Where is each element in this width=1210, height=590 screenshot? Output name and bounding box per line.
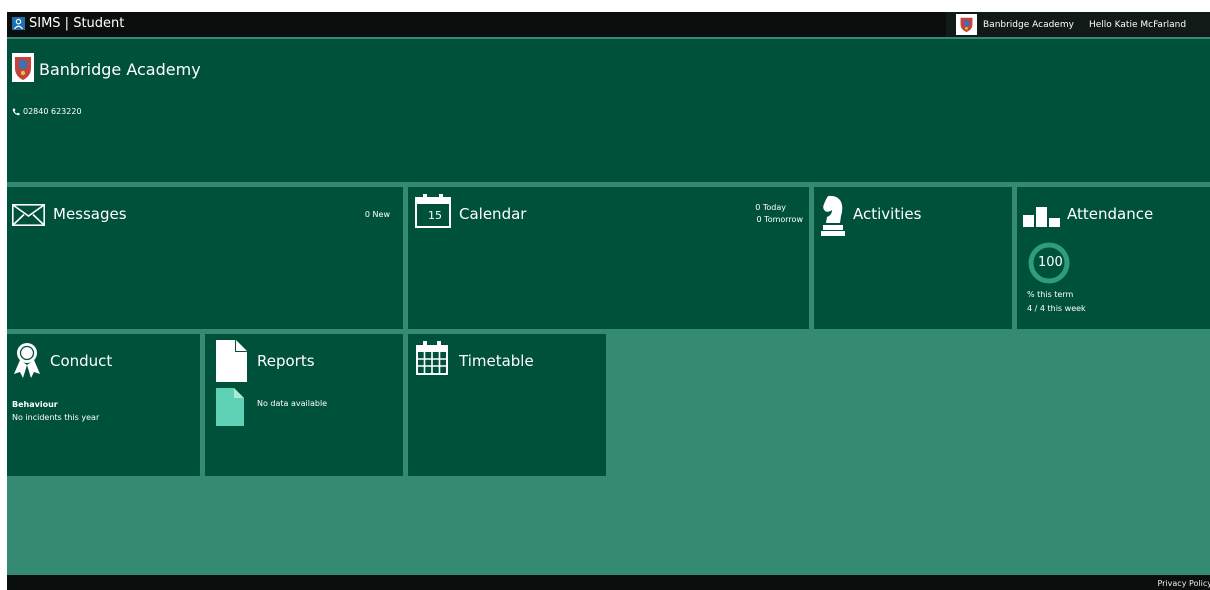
report-file-icon [216, 388, 244, 426]
award-ribbon-icon [14, 343, 40, 378]
reports-empty: No data available [257, 399, 328, 408]
conduct-subtitle: Behaviour [12, 400, 58, 409]
crest-large-icon [15, 56, 31, 80]
school-name: Banbridge Academy [39, 60, 201, 79]
school-crest [12, 53, 34, 82]
app-title[interactable]: SIMS | Student [12, 16, 124, 31]
sims-logo-icon [12, 17, 25, 30]
attendance-title: Attendance [1067, 205, 1154, 223]
calendar-today: 0 Today [755, 203, 786, 212]
attendance-tile[interactable]: Attendance 100 % this term 4 / 4 this we… [1017, 187, 1210, 329]
conduct-detail: No incidents this year [12, 413, 100, 422]
activities-tile[interactable]: Activities [814, 187, 1012, 329]
app-frame: SIMS | Student Banbridge Academy Hello K… [7, 12, 1210, 590]
attendance-percent: 100 [1038, 255, 1063, 270]
calendar-tomorrow: 0 Tomorrow [756, 215, 803, 224]
envelope-icon [12, 204, 45, 226]
app-title-text: SIMS | Student [29, 16, 125, 31]
bar-chart-icon [1023, 207, 1060, 227]
calendar-tile[interactable]: 15 Calendar 0 Today 0 Tomorrow [408, 187, 809, 329]
attendance-term-label: % this term [1027, 290, 1074, 299]
timetable-title: Timetable [459, 352, 534, 370]
topbar-school[interactable]: Banbridge Academy [946, 12, 1084, 37]
footer: Privacy Policy [7, 575, 1210, 590]
timetable-icon [416, 341, 448, 375]
messages-count: 0 New [364, 210, 390, 219]
reports-tile[interactable]: Reports No data available [205, 334, 403, 476]
document-icon [216, 340, 247, 382]
messages-title: Messages [53, 205, 127, 223]
chess-knight-icon [821, 195, 845, 236]
phone-number: 02840 623220 [23, 107, 82, 116]
school-header: Banbridge Academy 02840 623220 [7, 39, 1210, 182]
timetable-tile[interactable]: Timetable [408, 334, 606, 476]
user-greeting: Hello Katie McFarland [1089, 19, 1187, 30]
reports-title: Reports [257, 352, 315, 370]
school-phone[interactable]: 02840 623220 [12, 107, 82, 116]
crest-icon [960, 17, 973, 33]
top-bar: SIMS | Student Banbridge Academy Hello K… [7, 12, 1210, 37]
privacy-policy-link[interactable]: Privacy Policy [1157, 579, 1210, 588]
topbar-school-name: Banbridge Academy [983, 19, 1074, 30]
conduct-title: Conduct [50, 352, 113, 370]
calendar-title: Calendar [459, 205, 527, 223]
user-menu[interactable]: Hello Katie McFarland [1079, 12, 1210, 37]
conduct-tile[interactable]: Conduct Behaviour No incidents this year [7, 334, 200, 476]
calendar-day: 15 [428, 209, 442, 222]
phone-icon [12, 108, 20, 115]
attendance-week: 4 / 4 this week [1027, 304, 1086, 313]
school-crest-small [956, 14, 977, 35]
activities-title: Activities [853, 205, 922, 223]
messages-tile[interactable]: Messages 0 New [7, 187, 403, 329]
